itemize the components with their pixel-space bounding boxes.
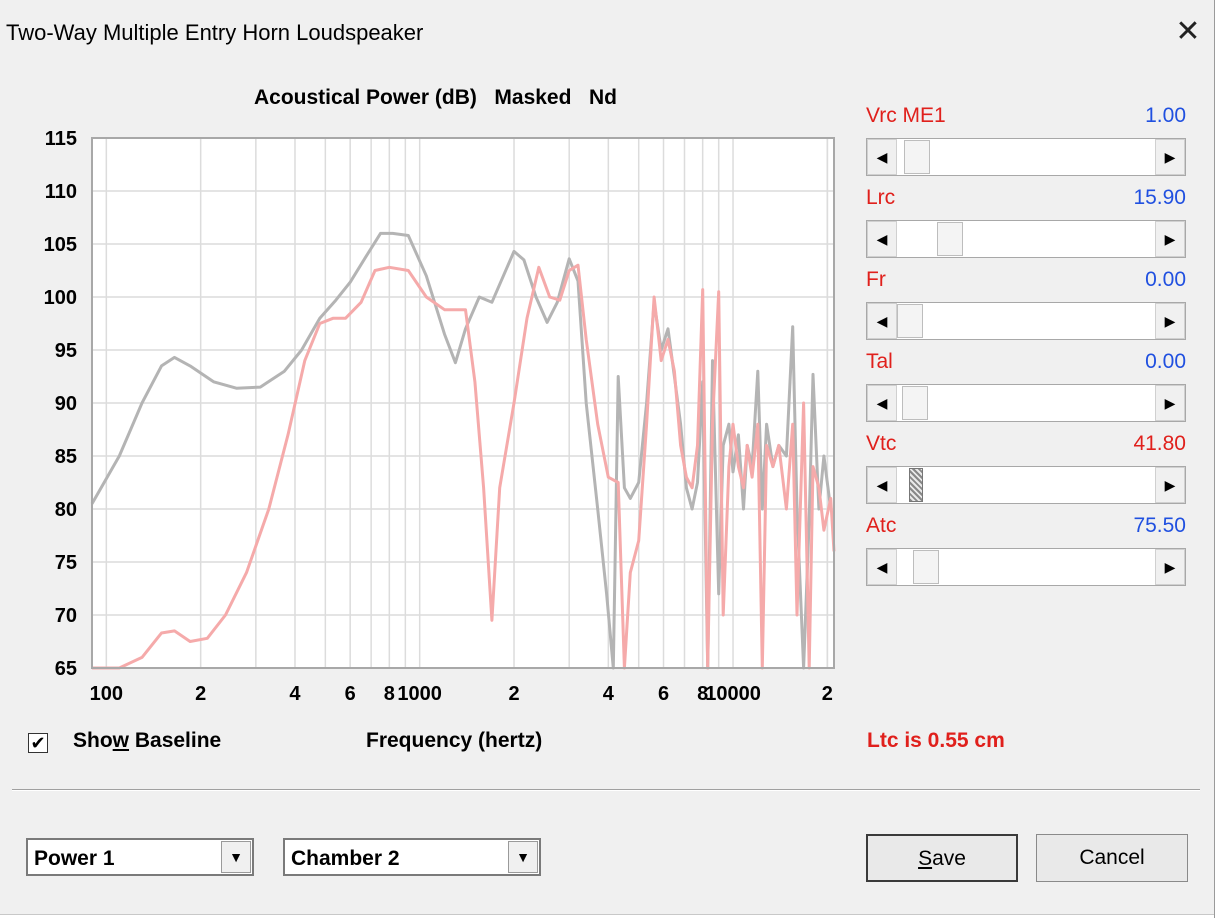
cancel-button[interactable]: Cancel: [1036, 834, 1188, 882]
scroll-left-icon[interactable]: ◀: [867, 549, 897, 585]
save-label: ave: [932, 847, 966, 870]
slider-scrollbar[interactable]: ◀ ▶: [866, 548, 1186, 586]
slider-value: 75.50: [1133, 514, 1186, 537]
slider-scrollbar[interactable]: ◀ ▶: [866, 302, 1186, 340]
scroll-right-icon[interactable]: ▶: [1155, 549, 1185, 585]
x-tick-label: 10000: [705, 683, 761, 705]
slider-label: Fr: [866, 268, 886, 291]
ltc-status: Ltc is 0.55 cm: [867, 729, 1005, 752]
scroll-left-icon[interactable]: ◀: [867, 467, 897, 503]
scroll-right-icon[interactable]: ▶: [1155, 303, 1185, 339]
show-baseline-checkbox[interactable]: ✔: [28, 733, 48, 753]
save-button[interactable]: Save: [866, 834, 1018, 882]
background-window-edge: [1214, 0, 1226, 918]
y-tick-label: 90: [55, 393, 77, 415]
save-accel: S: [918, 847, 933, 870]
slider-thumb[interactable]: [901, 386, 928, 420]
y-tick-label: 70: [55, 605, 77, 627]
scroll-right-icon[interactable]: ▶: [1155, 385, 1185, 421]
show-baseline-text-b: Baseline: [129, 729, 222, 752]
slider-scrollbar[interactable]: ◀ ▶: [866, 466, 1186, 504]
x-tick-label: 4: [603, 683, 615, 705]
slider-label: Tal: [866, 350, 893, 373]
scroll-left-icon[interactable]: ◀: [867, 385, 897, 421]
y-tick-label: 75: [55, 552, 77, 574]
x-tick-label: 1000: [397, 683, 442, 705]
slider-scrollbar[interactable]: ◀ ▶: [866, 220, 1186, 258]
show-baseline-accel: w: [112, 729, 130, 752]
y-tick-label: 65: [55, 658, 77, 680]
slider-label: Atc: [866, 514, 897, 537]
slider-value: 41.80: [1133, 432, 1186, 455]
x-tick-label: 6: [345, 683, 356, 705]
power-chart: 115 110 105 100 95 90 85 80 75 70 65 100 2 4 6 8 1000 2 4 6…: [44, 128, 836, 705]
y-tick-label: 105: [44, 234, 77, 256]
slider-thumb[interactable]: [897, 304, 923, 338]
slider-thumb[interactable]: [936, 222, 963, 256]
x-tick-label: 100: [90, 683, 123, 705]
slider-label: Vrc ME1: [866, 104, 946, 127]
show-baseline-text-a: Sho: [73, 729, 113, 752]
slider-value: 0.00: [1145, 268, 1186, 291]
scroll-left-icon[interactable]: ◀: [867, 303, 897, 339]
x-tick-label: 8: [384, 683, 395, 705]
dialog-window: Two-Way Multiple Entry Horn Loudspeaker …: [0, 0, 1215, 915]
x-tick-label: 2: [508, 683, 519, 705]
slider-scrollbar[interactable]: ◀ ▶: [866, 138, 1186, 176]
power-combo-value: Power 1: [34, 847, 115, 870]
slider-scrollbar[interactable]: ◀ ▶: [866, 384, 1186, 422]
scroll-right-icon[interactable]: ▶: [1155, 221, 1185, 257]
y-tick-label: 110: [45, 181, 77, 203]
close-icon[interactable]: ✕: [1168, 12, 1208, 52]
slider-value: 15.90: [1133, 186, 1186, 209]
x-tick-label: 4: [289, 683, 301, 705]
divider: [12, 789, 1200, 791]
x-tick-label: 2: [195, 683, 206, 705]
power-combo[interactable]: Power 1 ▼: [26, 838, 254, 876]
x-tick-label: 6: [658, 683, 669, 705]
scroll-left-icon[interactable]: ◀: [867, 139, 897, 175]
show-baseline-label[interactable]: Show Baseline: [73, 729, 221, 753]
scroll-right-icon[interactable]: ▶: [1155, 467, 1185, 503]
x-tick-label: 2: [822, 683, 833, 705]
slider-thumb[interactable]: [908, 468, 923, 502]
y-tick-label: 80: [55, 499, 77, 521]
chamber-combo[interactable]: Chamber 2 ▼: [283, 838, 541, 876]
chevron-down-icon[interactable]: ▼: [508, 841, 538, 873]
slider-value: 1.00: [1145, 104, 1186, 127]
slider-label: Vtc: [866, 432, 897, 455]
slider-thumb[interactable]: [904, 140, 931, 174]
y-tick-label: 85: [55, 446, 77, 468]
slider-thumb[interactable]: [913, 550, 940, 584]
scroll-right-icon[interactable]: ▶: [1155, 139, 1185, 175]
scroll-left-icon[interactable]: ◀: [867, 221, 897, 257]
y-tick-label: 100: [44, 287, 77, 309]
x-axis-label: Frequency (hertz): [366, 729, 543, 752]
slider-label: Lrc: [866, 186, 896, 209]
y-tick-label: 95: [55, 340, 77, 362]
y-tick-label: 115: [45, 128, 77, 150]
chevron-down-icon[interactable]: ▼: [221, 841, 251, 873]
slider-value: 0.00: [1145, 350, 1186, 373]
chamber-combo-value: Chamber 2: [291, 847, 400, 870]
